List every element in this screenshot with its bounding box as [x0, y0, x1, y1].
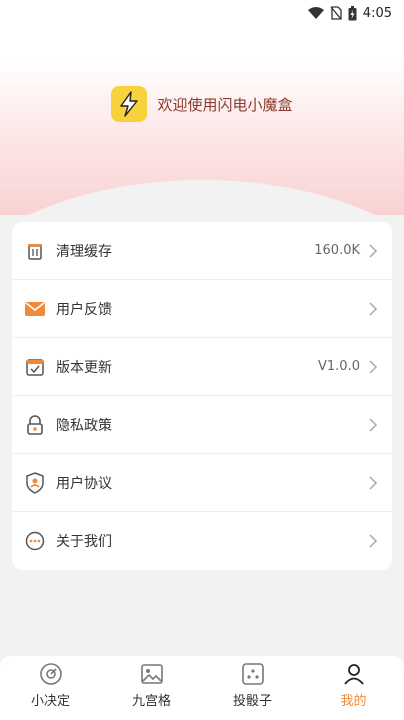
- menu-item-update[interactable]: 版本更新 V1.0.0: [12, 338, 392, 396]
- tab-label: 小决定: [30, 694, 70, 709]
- welcome-row: 欢迎使用闪电小魔盒: [0, 86, 404, 122]
- menu-label: 清理缓存: [56, 243, 112, 260]
- welcome-text: 欢迎使用闪电小魔盒: [157, 95, 293, 114]
- tab-label: 九宫格: [131, 694, 171, 709]
- more-circle-icon: [24, 530, 46, 552]
- tab-label: 投骰子: [232, 694, 272, 709]
- menu-label: 版本更新: [56, 359, 112, 376]
- dice-icon: [240, 662, 266, 686]
- cache-size-value: 160.0K: [314, 243, 360, 258]
- tab-label: 我的: [340, 694, 367, 709]
- battery-icon: [348, 5, 357, 21]
- target-icon: [38, 662, 64, 686]
- chevron-right-icon: [369, 301, 378, 316]
- trash-icon: [24, 240, 46, 262]
- chevron-right-icon: [369, 475, 378, 490]
- chevron-right-icon: [369, 243, 378, 258]
- menu-item-about[interactable]: 关于我们: [12, 512, 392, 570]
- menu-item-clear-cache[interactable]: 清理缓存 160.0K: [12, 222, 392, 280]
- tab-grid[interactable]: 九宫格: [101, 662, 202, 709]
- chevron-right-icon: [369, 417, 378, 432]
- status-bar: 4:05: [0, 0, 404, 26]
- menu-label: 用户反馈: [56, 301, 112, 318]
- calendar-check-icon: [24, 356, 46, 378]
- tab-mine[interactable]: 我的: [303, 662, 404, 709]
- menu-label: 隐私政策: [56, 417, 112, 434]
- status-time: 4:05: [362, 5, 392, 21]
- bottom-tab-bar: 小决定 九宫格 投骰子 我的: [0, 656, 404, 720]
- shield-user-icon: [24, 471, 46, 494]
- menu-label: 关于我们: [56, 534, 112, 550]
- user-icon: [341, 662, 367, 686]
- mail-icon: [24, 298, 46, 320]
- tab-decision[interactable]: 小决定: [0, 662, 101, 709]
- lightning-logo-icon: [111, 86, 148, 122]
- menu-item-privacy[interactable]: 隐私政策: [12, 396, 392, 454]
- menu-item-feedback[interactable]: 用户反馈: [12, 280, 392, 338]
- header-curve: [0, 180, 404, 215]
- menu-item-agreement[interactable]: 用户协议: [12, 454, 392, 512]
- menu-label: 用户协议: [56, 475, 112, 492]
- tab-dice[interactable]: 投骰子: [202, 662, 303, 709]
- chevron-right-icon: [369, 359, 378, 374]
- version-value: V1.0.0: [318, 359, 360, 374]
- lock-icon: [24, 414, 46, 436]
- image-icon: [139, 662, 165, 686]
- chevron-right-icon: [369, 534, 378, 548]
- no-sim-icon: [330, 6, 342, 20]
- settings-menu-card: 清理缓存 160.0K 用户反馈 版本更新 V1.0.0 隐私政策 用户协议 关…: [12, 222, 392, 570]
- wifi-icon: [307, 7, 324, 19]
